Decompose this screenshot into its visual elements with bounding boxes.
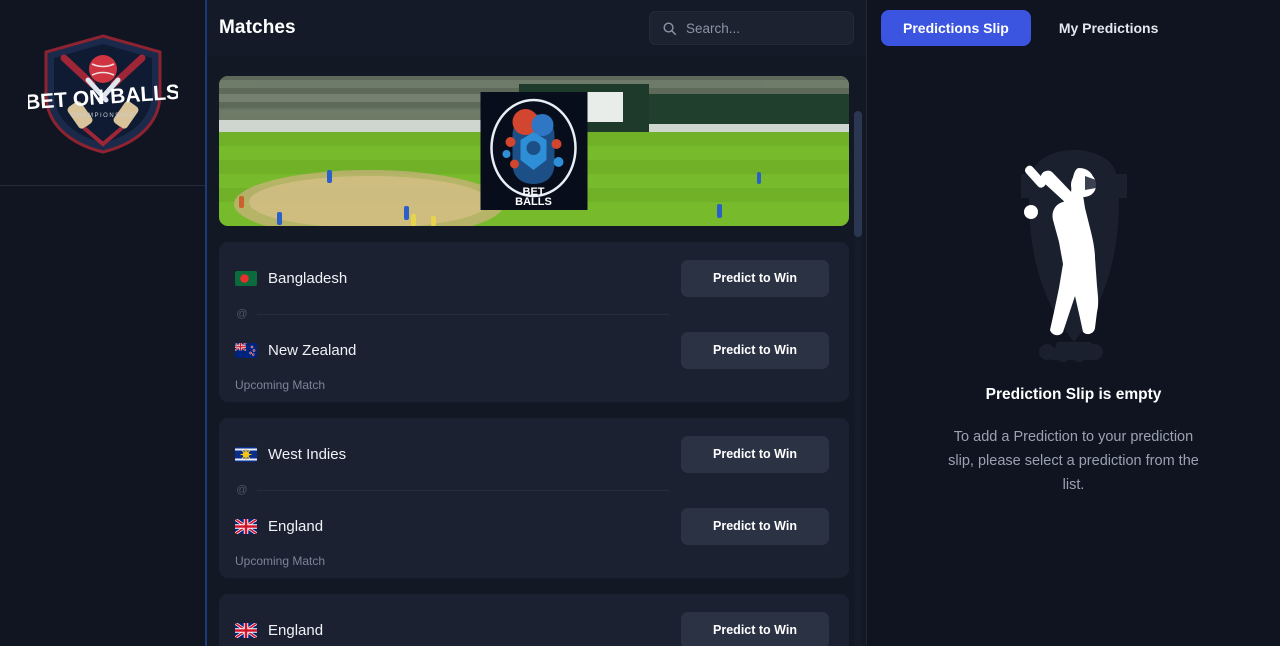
match-home-row: England Predict to Win — [235, 610, 829, 646]
separator-line — [257, 313, 669, 315]
sidebar: BET ON BALLS CHAMPIONSHIP — [0, 0, 207, 646]
predict-to-win-button[interactable]: Predict to Win — [681, 435, 829, 473]
brand-logo[interactable]: BET ON BALLS CHAMPIONSHIP — [0, 0, 205, 186]
svg-text:BALLS: BALLS — [515, 196, 552, 208]
matches-header: Matches — [207, 0, 866, 56]
tab-predictions-slip[interactable]: Predictions Slip — [881, 10, 1031, 46]
away-team: England — [235, 518, 681, 535]
home-team: Bangladesh — [235, 270, 681, 287]
match-status: Upcoming Match — [235, 378, 326, 392]
match-card: England Predict to Win @ — [219, 594, 849, 646]
search-icon — [663, 21, 677, 35]
matches-scroll-area: BET BALLS Bangladesh Predict to Win @ Ne… — [207, 56, 866, 646]
predictions-panel: Predictions Slip My Predictions Predicti… — [867, 0, 1280, 646]
scrollbar-thumb[interactable] — [854, 111, 862, 237]
search-box[interactable] — [649, 11, 854, 45]
match-separator: @ — [235, 474, 829, 506]
match-away-row: England Predict to Win — [235, 506, 829, 546]
match-status: Upcoming Match — [235, 554, 326, 568]
match-separator: @ — [235, 298, 829, 330]
cricket-shield-logo-icon: BET ON BALLS CHAMPIONSHIP — [28, 33, 178, 154]
home-team-name: West Indies — [268, 445, 347, 463]
page-title: Matches — [219, 17, 296, 38]
predict-to-win-button[interactable]: Predict to Win — [681, 611, 829, 646]
england-flag-icon — [235, 622, 257, 638]
matches-column: Matches Search... BET BALLS Bangladesh P… — [207, 0, 867, 646]
empty-state-description: To add a Prediction to your prediction s… — [948, 429, 1199, 493]
west-indies-flag-icon — [235, 446, 257, 462]
match-home-row: Bangladesh Predict to Win — [235, 258, 829, 298]
banner-logo-overlay: BET BALLS — [480, 92, 588, 210]
empty-illustration — [959, 150, 1189, 364]
home-team: England — [235, 622, 681, 639]
home-team-name: Bangladesh — [268, 269, 348, 287]
match-card: West Indies Predict to Win @ England Pre… — [219, 418, 849, 578]
scrollbar-track[interactable] — [854, 111, 862, 646]
predict-to-win-button[interactable]: Predict to Win — [681, 259, 829, 297]
match-card: Bangladesh Predict to Win @ New Zealand … — [219, 242, 849, 402]
predictions-tabs: Predictions Slip My Predictions — [867, 0, 1280, 56]
separator-line — [257, 489, 669, 491]
away-team-name: New Zealand — [268, 341, 357, 359]
app-root: BET ON BALLS CHAMPIONSHIP Matches Search… — [0, 0, 1280, 646]
match-away-row: New Zealand Predict to Win — [235, 330, 829, 370]
home-team-name: England — [268, 621, 324, 639]
bet-on-balls-badge-icon: BET BALLS — [490, 98, 577, 208]
away-team: New Zealand — [235, 342, 681, 359]
tab-my-predictions[interactable]: My Predictions — [1037, 10, 1181, 46]
home-team: West Indies — [235, 446, 681, 463]
predict-to-win-button[interactable]: Predict to Win — [681, 331, 829, 369]
at-symbol: @ — [236, 308, 248, 320]
empty-state-title: Prediction Slip is empty — [985, 386, 1162, 404]
predict-to-win-button[interactable]: Predict to Win — [681, 507, 829, 545]
cricket-batsman-trophy-icon — [1020, 150, 1127, 363]
at-symbol: @ — [236, 484, 248, 496]
svg-text:CHAMPIONSHIP: CHAMPIONSHIP — [70, 113, 134, 119]
match-home-row: West Indies Predict to Win — [235, 434, 829, 474]
search-input[interactable] — [686, 20, 841, 36]
promo-banner[interactable]: BET BALLS — [219, 76, 849, 226]
england-flag-icon — [235, 518, 257, 534]
prediction-slip-empty-state: Prediction Slip is empty To add a Predic… — [867, 56, 1280, 646]
new-zealand-flag-icon — [235, 342, 257, 358]
away-team-name: England — [268, 517, 324, 535]
bangladesh-flag-icon — [235, 270, 257, 286]
